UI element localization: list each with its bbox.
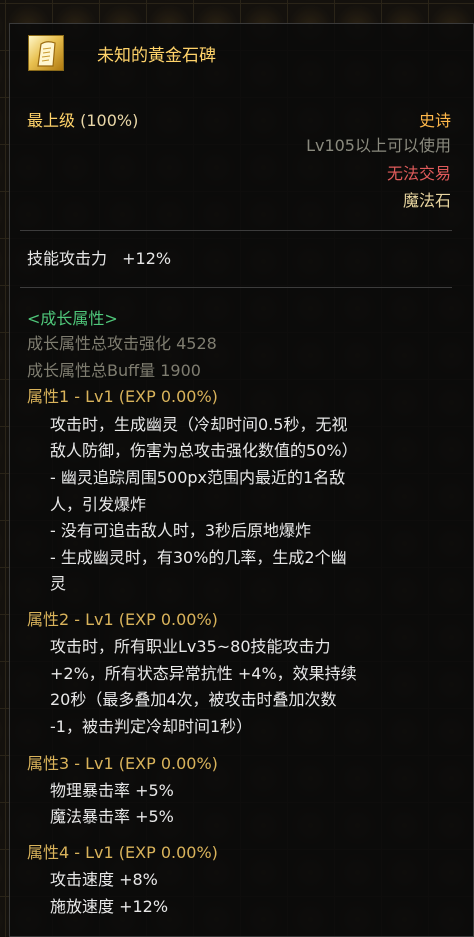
growth-total-attack: 成长属性总攻击强化 4528 [27,334,217,353]
divider [20,287,452,288]
item-tooltip: 未知的黃金石碑 最上级 (100%) 史诗 Lv105以上可以使用 无法交易 魔… [9,23,474,937]
trade-restriction: 无法交易 [386,164,451,183]
attribute-2-line: -1，被击判定冷却时间1秒） [50,717,253,736]
item-type: 魔法石 [402,191,451,210]
item-grade: 最上级 (100%) [27,111,138,131]
attribute-1-line: 攻击时，生成幽灵（冷却时间0.5秒，无视 [50,415,348,434]
attribute-1-line: - 生成幽灵时，有30%的几率，生成2个幽 [50,548,347,567]
attribute-3-line: 魔法暴击率 +5% [50,807,174,826]
attribute-4-line: 攻击速度 +8% [50,870,158,889]
attribute-2-line: +2%，所有状态异常抗性 +4%，效果持续 [50,664,357,683]
rarity-label: 史诗 [418,111,451,130]
divider [20,230,452,231]
skill-attack-stat: 技能攻击力 +12% [27,249,171,269]
attribute-4-line: 施放速度 +12% [50,897,169,916]
attribute-3-line: 物理暴击率 +5% [50,781,174,800]
grade-label: 最上级 [27,111,76,130]
attribute-2-title: 属性2 - Lv1 (EXP 0.00%) [27,610,218,629]
skill-attack-label: 技能攻击力 [27,249,108,268]
attribute-1-line: 敌人防御，伤害为总攻击强化数值的50%） [50,441,358,460]
attribute-1-title: 属性1 - Lv1 (EXP 0.00%) [27,387,218,406]
growth-total-buff: 成长属性总Buff量 1900 [27,361,201,380]
attribute-2-line: 攻击时，所有职业Lv35~80技能攻击力 [50,637,331,656]
item-icon [28,35,64,71]
attribute-2-line: 20秒（最多叠加4次，被攻击时叠加次数 [50,690,337,709]
attribute-3-title: 属性3 - Lv1 (EXP 0.00%) [27,754,218,773]
item-name: 未知的黃金石碑 [97,46,216,66]
attribute-1-line: 灵 [50,574,67,593]
attribute-1-line: - 没有可追击敌人时，3秒后原地爆炸 [50,521,312,540]
attribute-1-line: - 幽灵追踪周围500px范围内最近的1名敌 [50,468,346,487]
grade-percent: (100%) [80,111,139,130]
skill-attack-value: +12% [122,249,172,268]
growth-header: <成长属性> [27,309,118,328]
attribute-1-line: 人，引发爆炸 [50,495,147,514]
attribute-4-title: 属性4 - Lv1 (EXP 0.00%) [27,843,218,862]
level-requirement: Lv105以上可以使用 [306,136,451,155]
